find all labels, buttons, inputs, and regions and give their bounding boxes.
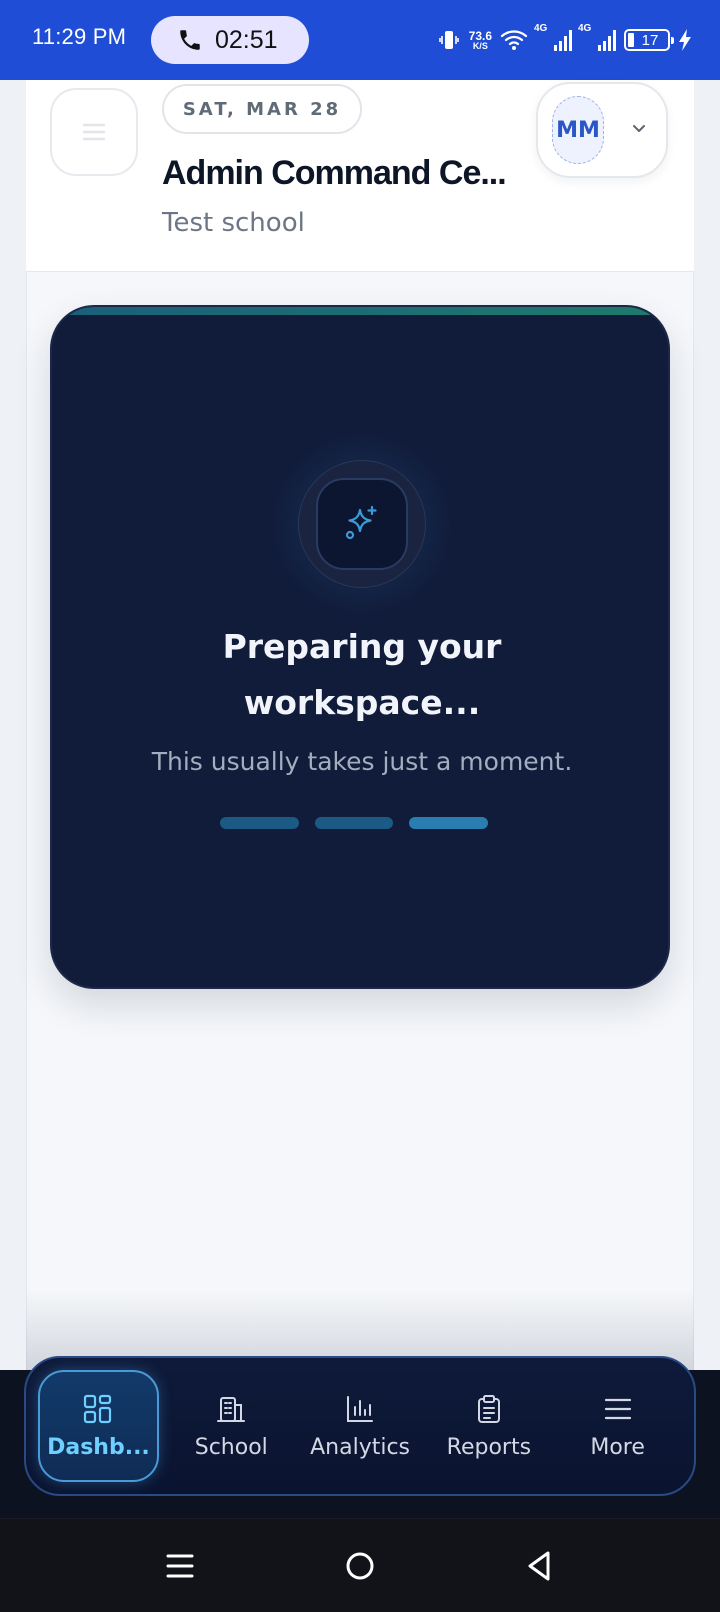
school-name: Test school: [162, 208, 305, 238]
date-badge: SAT, MAR 28: [162, 84, 362, 134]
nav-label: Analytics: [310, 1434, 411, 1460]
loading-subtitle: This usually takes just a moment.: [151, 747, 573, 776]
net-speed: 73.6 K/S: [468, 28, 492, 51]
progress-bar-segment: [314, 817, 394, 829]
wifi-icon: [500, 30, 528, 50]
recents-icon[interactable]: [162, 1548, 198, 1584]
status-bar: 11:29 PM 02:51 73.6 K/S 4G 4G 17: [0, 0, 720, 80]
vibrate-icon: [438, 31, 459, 49]
menu-lines-icon: [604, 1398, 631, 1419]
nav-label: Reports: [446, 1434, 532, 1460]
sparkle-icon: [345, 505, 377, 540]
card-accent-line: [52, 307, 668, 315]
back-icon[interactable]: [522, 1548, 558, 1584]
nav-analytics[interactable]: Analytics: [296, 1370, 425, 1482]
sparkle-icon-container: [316, 478, 408, 570]
loading-card: Preparing your workspace... This usually…: [50, 305, 670, 989]
loading-title: Preparing your workspace...: [112, 619, 612, 731]
signal-icon-2: 4G: [578, 23, 616, 51]
call-timer: 02:51: [215, 25, 278, 54]
status-icons: 73.6 K/S 4G 4G 17: [437, 23, 692, 56]
hamburger-icon: [82, 123, 106, 141]
avatar: MM: [552, 96, 604, 164]
loading-title-line2: workspace...: [243, 683, 481, 722]
profile-menu-button[interactable]: MM: [536, 82, 668, 178]
nav-label: Dashb...: [47, 1434, 150, 1460]
nav-reports[interactable]: Reports: [424, 1370, 553, 1482]
chevron-down-icon: [633, 125, 645, 132]
menu-button[interactable]: [50, 88, 138, 176]
nav-more[interactable]: More: [553, 1370, 682, 1482]
ongoing-call-pill[interactable]: 02:51: [151, 16, 309, 64]
dashboard-grid-icon: [84, 1394, 112, 1423]
nav-dashboard[interactable]: Dashb...: [38, 1370, 159, 1482]
loading-progress-bars: [220, 817, 489, 829]
status-time: 11:29 PM: [32, 24, 127, 49]
bar-chart-icon: [347, 1395, 374, 1422]
charging-icon: [679, 29, 691, 51]
school-building-icon: [217, 1396, 246, 1422]
progress-bar-segment: [220, 817, 299, 829]
battery-icon: 17: [624, 29, 674, 51]
system-navigation-bar: [0, 1518, 720, 1612]
nav-label: More: [590, 1434, 645, 1460]
progress-bar-segment: [409, 817, 489, 829]
signal-icon: 4G: [534, 23, 572, 51]
battery-level: 17: [641, 31, 659, 49]
phone-icon: [180, 30, 200, 50]
app-header: SAT, MAR 28 Admin Command Ce... Test sch…: [26, 80, 694, 272]
nav-school[interactable]: School: [167, 1370, 296, 1482]
clipboard-icon: [477, 1394, 500, 1423]
nav-label: School: [194, 1434, 268, 1460]
loading-title-line1: Preparing your: [222, 627, 502, 666]
bottom-navigation: Dashb... School Analytics Reports More: [24, 1356, 696, 1496]
page-title: Admin Command Ce...: [162, 154, 507, 192]
home-icon[interactable]: [342, 1548, 378, 1584]
